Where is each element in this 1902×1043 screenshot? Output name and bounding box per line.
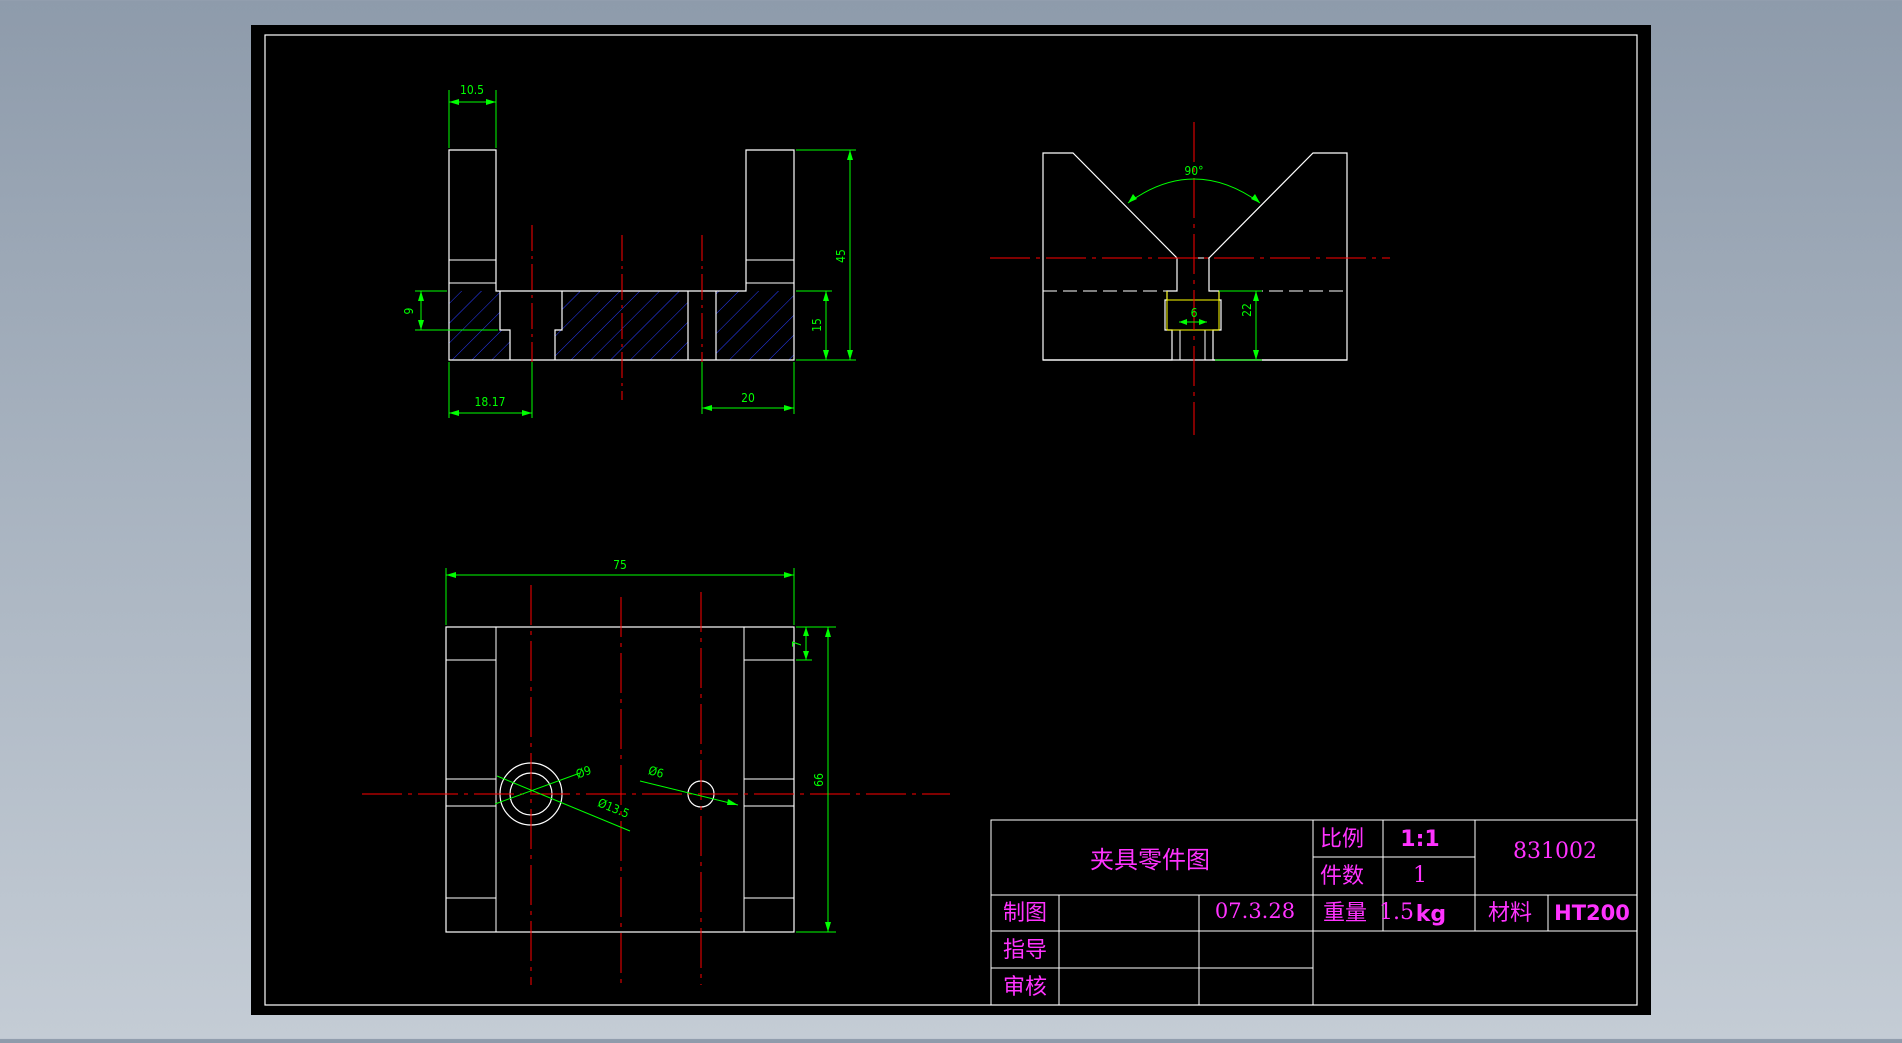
drawn-by-label: 制图 [1003, 901, 1047, 926]
dim-height-22: 22 [1240, 303, 1254, 317]
dim-width-20: 20 [741, 391, 755, 405]
weight-value: 1.5 [1379, 900, 1414, 925]
scale-value: 1:1 [1400, 827, 1439, 852]
dim-width-6: 6 [1191, 306, 1198, 320]
drawing-number: 831002 [1513, 839, 1597, 864]
dim-width-75: 75 [613, 558, 627, 572]
drawing-sheet [251, 25, 1651, 1015]
weight-label: 重量 [1323, 901, 1367, 926]
quantity-value: 1 [1413, 863, 1427, 888]
cad-viewport[interactable]: 10.5 45 9 15 18.17 20 90° 6 22 75 66 7 Ø… [0, 0, 1902, 1039]
drawing-date: 07.3.28 [1215, 899, 1295, 923]
dim-angle-90: 90° [1184, 164, 1203, 178]
dim-height-66: 66 [812, 773, 826, 787]
dim-height-7: 7 [790, 641, 804, 648]
quantity-label: 件数 [1320, 864, 1364, 889]
dim-width-10-5: 10.5 [460, 83, 484, 97]
reviewed-by-label: 审核 [1003, 975, 1047, 1000]
dim-width-18-17: 18.17 [475, 395, 506, 409]
part-name: 夹具零件图 [1090, 846, 1210, 874]
dim-height-15: 15 [810, 318, 824, 332]
guided-by-label: 指导 [1003, 938, 1047, 963]
cad-drawing-canvas[interactable]: 10.5 45 9 15 18.17 20 90° 6 22 75 66 7 Ø… [0, 0, 1902, 1039]
material-label: 材料 [1488, 901, 1532, 926]
weight-unit: kg [1416, 902, 1446, 927]
scale-label: 比例 [1320, 827, 1364, 852]
dim-height-45: 45 [834, 249, 848, 263]
dim-height-9: 9 [402, 307, 416, 314]
material-value: HT200 [1554, 901, 1630, 925]
